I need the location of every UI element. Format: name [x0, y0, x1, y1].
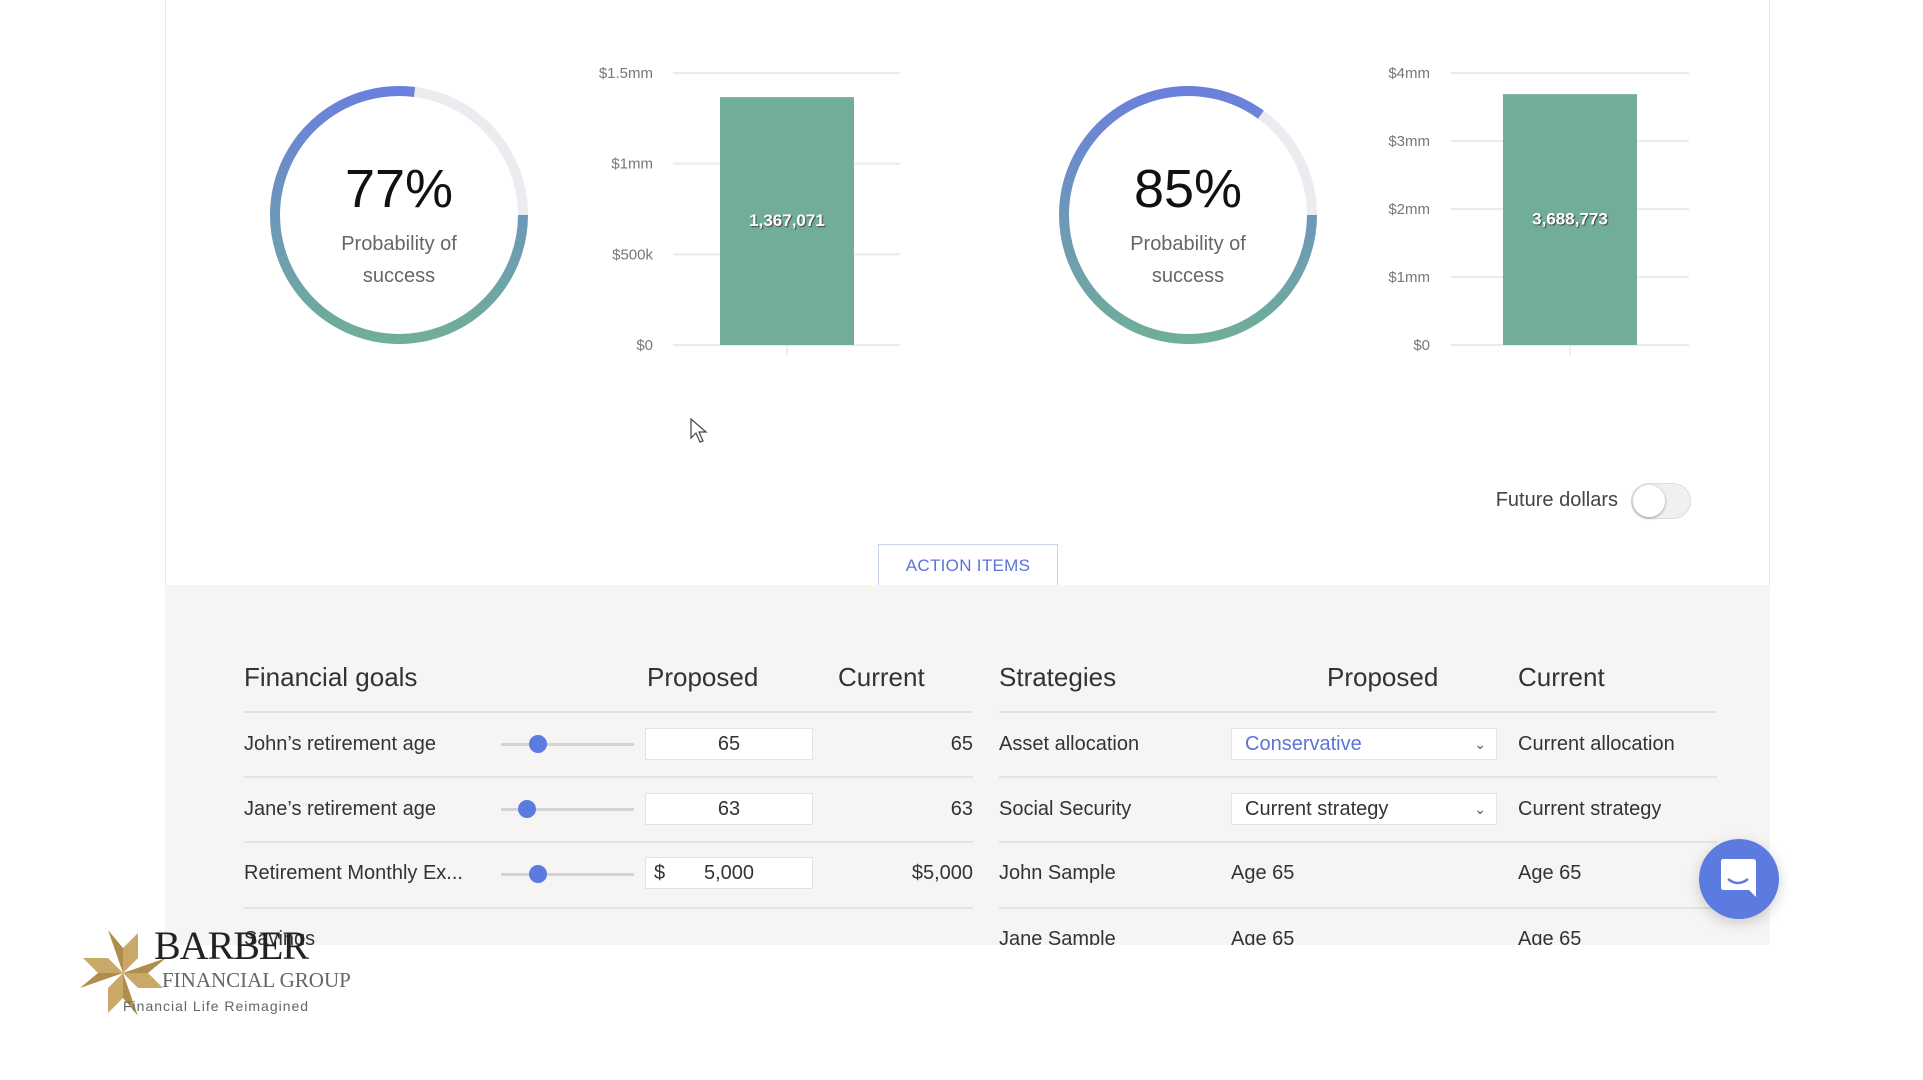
strategy-proposed-value: Age 65	[1231, 862, 1295, 884]
strategy-current-value: Age 65	[1518, 928, 1582, 945]
strategy-proposed-value: Age 65	[1231, 928, 1295, 945]
selected-value: Current strategy	[1245, 798, 1389, 820]
toggle-knob[interactable]	[1633, 485, 1665, 517]
strategies-header: Strategies	[999, 662, 1117, 692]
asset-allocation-select[interactable]: Conservative ⌄	[1231, 728, 1497, 760]
divider	[999, 907, 1717, 909]
divider	[999, 776, 1717, 778]
divider	[244, 776, 973, 778]
divider	[244, 841, 973, 843]
y-tick-label: $0	[1413, 337, 1430, 354]
divider	[244, 711, 973, 713]
financial-goals-header: Financial goals	[244, 662, 418, 692]
future-dollars-label: Future dollars	[1495, 489, 1618, 511]
chat-button[interactable]	[1699, 839, 1779, 919]
goal-current-value: 65	[950, 733, 973, 755]
john-retirement-age-input[interactable]: 65	[645, 728, 813, 760]
currency-prefix: $	[654, 862, 666, 884]
goals-proposed-header: Proposed	[647, 662, 759, 692]
strategy-label: Jane Sample	[999, 928, 1116, 945]
divider	[999, 711, 1717, 713]
action-items-button[interactable]: ACTION ITEMS	[878, 544, 1058, 586]
goal-label: John’s retirement age	[244, 733, 436, 755]
monthly-expense-input[interactable]: $ 5,000	[645, 857, 813, 889]
slider-thumb[interactable]	[518, 800, 536, 818]
slider-thumb[interactable]	[529, 865, 547, 883]
y-tick-label: $1mm	[1388, 269, 1430, 286]
bar-data-label: 3,688,773	[1532, 210, 1608, 229]
y-tick-label: $3mm	[1388, 133, 1430, 150]
chevron-down-icon: ⌄	[1474, 801, 1486, 817]
future-dollars-toggle[interactable]	[1631, 483, 1691, 519]
chevron-down-icon: ⌄	[1474, 736, 1486, 752]
divider	[244, 907, 973, 909]
social-security-select[interactable]: Current strategy ⌄	[1231, 793, 1497, 825]
goal-current-value: 63	[950, 798, 973, 820]
goal-label: Jane’s retirement age	[244, 798, 436, 820]
goals-strategies-panel	[165, 585, 1770, 945]
logo-subtitle: FINANCIAL GROUP	[162, 968, 351, 992]
goals-current-header: Current	[838, 662, 925, 692]
jane-retirement-age-input[interactable]: 63	[645, 793, 813, 825]
divider	[999, 841, 1717, 843]
bar-chart-proposed: $0 $1mm $2mm $3mm $4mm 3,688,773	[1388, 65, 1689, 355]
slider-track[interactable]	[501, 743, 634, 746]
slider-thumb[interactable]	[529, 735, 547, 753]
selected-value: Conservative	[1245, 733, 1362, 755]
logo-tagline: Financial Life Reimagined	[123, 998, 310, 1014]
chat-icon	[1721, 859, 1756, 897]
strategy-label: Asset allocation	[999, 733, 1140, 755]
strategies-proposed-header: Proposed	[1327, 662, 1439, 692]
strategies-current-header: Current	[1518, 662, 1605, 692]
y-tick-label: $4mm	[1388, 65, 1430, 82]
strategy-current-value: Current strategy	[1518, 798, 1662, 820]
mouse-cursor-icon	[690, 418, 708, 443]
monthly-expense-value: 5,000	[703, 862, 755, 884]
strategy-current-value: Age 65	[1518, 862, 1582, 884]
strategy-label: Social Security	[999, 798, 1132, 820]
logo-name: BARBER	[154, 923, 309, 968]
barber-financial-logo: BARBER FINANCIAL GROUP Financial Life Re…	[78, 922, 358, 1022]
goal-label: Retirement Monthly Ex...	[244, 862, 463, 884]
goal-current-value: $5,000	[911, 862, 973, 884]
y-tick-label: $2mm	[1388, 201, 1430, 218]
slider-track[interactable]	[501, 873, 634, 876]
strategy-label: John Sample	[999, 862, 1116, 884]
strategy-current-value: Current allocation	[1518, 733, 1675, 755]
